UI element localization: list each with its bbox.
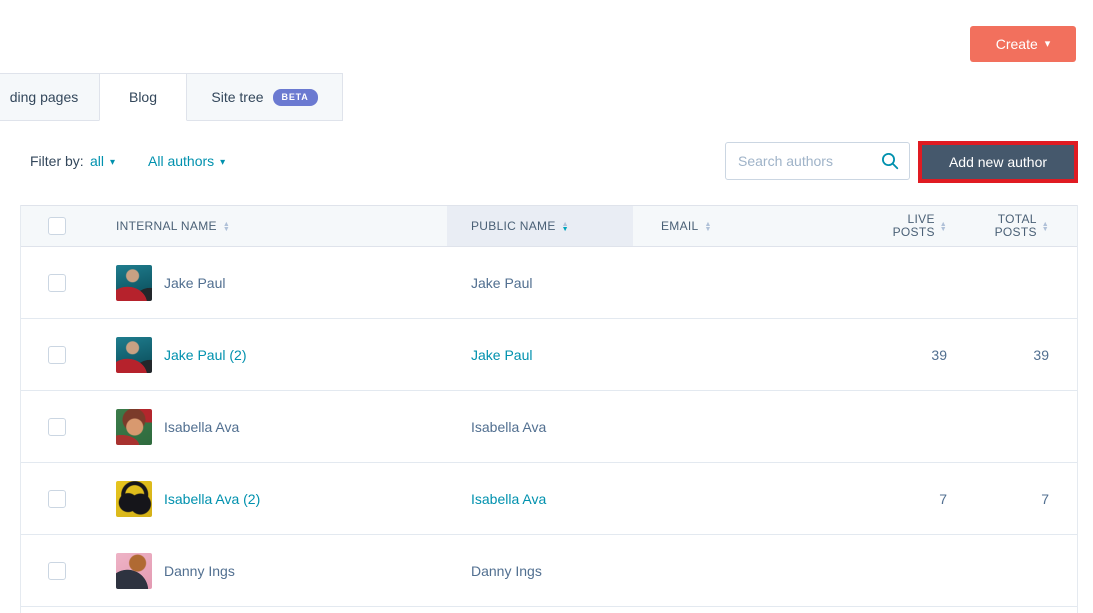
internal-name-link[interactable]: Jake Paul (2) — [164, 347, 246, 363]
create-button-label: Create — [996, 36, 1038, 52]
column-header-public-name[interactable]: PUBLIC NAME ▲▼ — [447, 206, 633, 246]
table-row: Danny Ings Danny Ings — [21, 535, 1077, 607]
search-authors-box — [725, 142, 910, 180]
row-checkbox[interactable] — [48, 490, 66, 508]
authors-table: INTERNAL NAME ▲▼ PUBLIC NAME ▲▼ EMAIL ▲▼… — [20, 205, 1078, 613]
add-new-author-button[interactable]: Add new author — [918, 141, 1078, 183]
chevron-down-icon: ▾ — [1045, 39, 1051, 50]
public-name-link[interactable]: Jake Paul — [471, 347, 532, 363]
total-posts-header-label: TOTALPOSTS — [995, 213, 1037, 239]
tab-landing-pages[interactable]: ding pages — [0, 73, 100, 121]
filter-type-value: all — [90, 153, 104, 169]
search-icon[interactable] — [881, 152, 899, 170]
select-all-cell — [21, 217, 96, 235]
live-posts-value: 39 — [931, 347, 947, 363]
internal-name-header-label: INTERNAL NAME — [116, 219, 217, 233]
table-row — [21, 607, 1077, 613]
column-header-internal-name[interactable]: INTERNAL NAME ▲▼ — [96, 219, 447, 233]
create-button[interactable]: Create ▾ — [970, 26, 1076, 62]
tab-blog-label: Blog — [129, 89, 157, 105]
live-posts-value: 7 — [939, 491, 947, 507]
tab-landing-pages-label: ding pages — [10, 89, 79, 105]
beta-badge: BETA — [273, 89, 318, 106]
author-avatar — [116, 337, 152, 373]
column-header-total-posts[interactable]: TOTALPOSTS ▲▼ — [951, 213, 1079, 239]
column-header-live-posts[interactable]: LIVEPOSTS ▲▼ — [821, 213, 951, 239]
internal-name-link[interactable]: Isabella Ava (2) — [164, 491, 260, 507]
live-posts-header-label: LIVEPOSTS — [893, 213, 935, 239]
total-posts-value: 39 — [1033, 347, 1049, 363]
add-new-author-label: Add new author — [949, 154, 1047, 170]
public-name: Jake Paul — [471, 275, 532, 291]
column-header-email[interactable]: EMAIL ▲▼ — [633, 219, 821, 233]
tab-site-tree[interactable]: Site tree BETA — [186, 73, 343, 121]
table-row: Isabella Ava (2) Isabella Ava 7 7 — [21, 463, 1077, 535]
email-header-label: EMAIL — [661, 219, 699, 233]
total-posts-value: 7 — [1041, 491, 1049, 507]
table-row: Jake Paul (2) Jake Paul 39 39 — [21, 319, 1077, 391]
row-checkbox[interactable] — [48, 346, 66, 364]
tab-blog[interactable]: Blog — [99, 73, 187, 121]
sort-icon[interactable]: ▲▼ — [1042, 221, 1049, 232]
internal-name: Jake Paul — [164, 275, 225, 291]
filter-authors-dropdown[interactable]: All authors ▾ — [148, 153, 225, 169]
author-avatar — [116, 553, 152, 589]
filter-by-label: Filter by: — [30, 153, 84, 169]
row-checkbox[interactable] — [48, 274, 66, 292]
filter-type-dropdown[interactable]: all ▾ — [90, 153, 115, 169]
chevron-down-icon: ▾ — [220, 155, 225, 168]
sort-icon[interactable]: ▲▼ — [223, 221, 230, 232]
public-name: Isabella Ava — [471, 419, 546, 435]
internal-name: Danny Ings — [164, 563, 235, 579]
sort-icon[interactable]: ▲▼ — [940, 221, 947, 232]
sort-icon[interactable]: ▲▼ — [705, 221, 712, 232]
table-row: Jake Paul Jake Paul — [21, 247, 1077, 319]
table-row: Isabella Ava Isabella Ava — [21, 391, 1077, 463]
table-header-row: INTERNAL NAME ▲▼ PUBLIC NAME ▲▼ EMAIL ▲▼… — [21, 205, 1077, 247]
public-name-link[interactable]: Isabella Ava — [471, 491, 546, 507]
chevron-down-icon: ▾ — [110, 155, 115, 168]
row-checkbox[interactable] — [48, 562, 66, 580]
select-all-checkbox[interactable] — [48, 217, 66, 235]
row-checkbox[interactable] — [48, 418, 66, 436]
tab-bar: ding pages Blog Site tree BETA — [0, 73, 1093, 121]
author-avatar — [116, 481, 152, 517]
public-name-header-label: PUBLIC NAME — [471, 219, 556, 233]
filter-authors-value: All authors — [148, 153, 214, 169]
internal-name: Isabella Ava — [164, 419, 239, 435]
sort-icon-active-desc[interactable]: ▲▼ — [562, 221, 569, 232]
author-avatar — [116, 409, 152, 445]
author-avatar — [116, 265, 152, 301]
tab-site-tree-label: Site tree — [211, 89, 263, 105]
filter-toolbar: Filter by: all ▾ All authors ▾ Add new a… — [0, 141, 1093, 183]
public-name: Danny Ings — [471, 563, 542, 579]
